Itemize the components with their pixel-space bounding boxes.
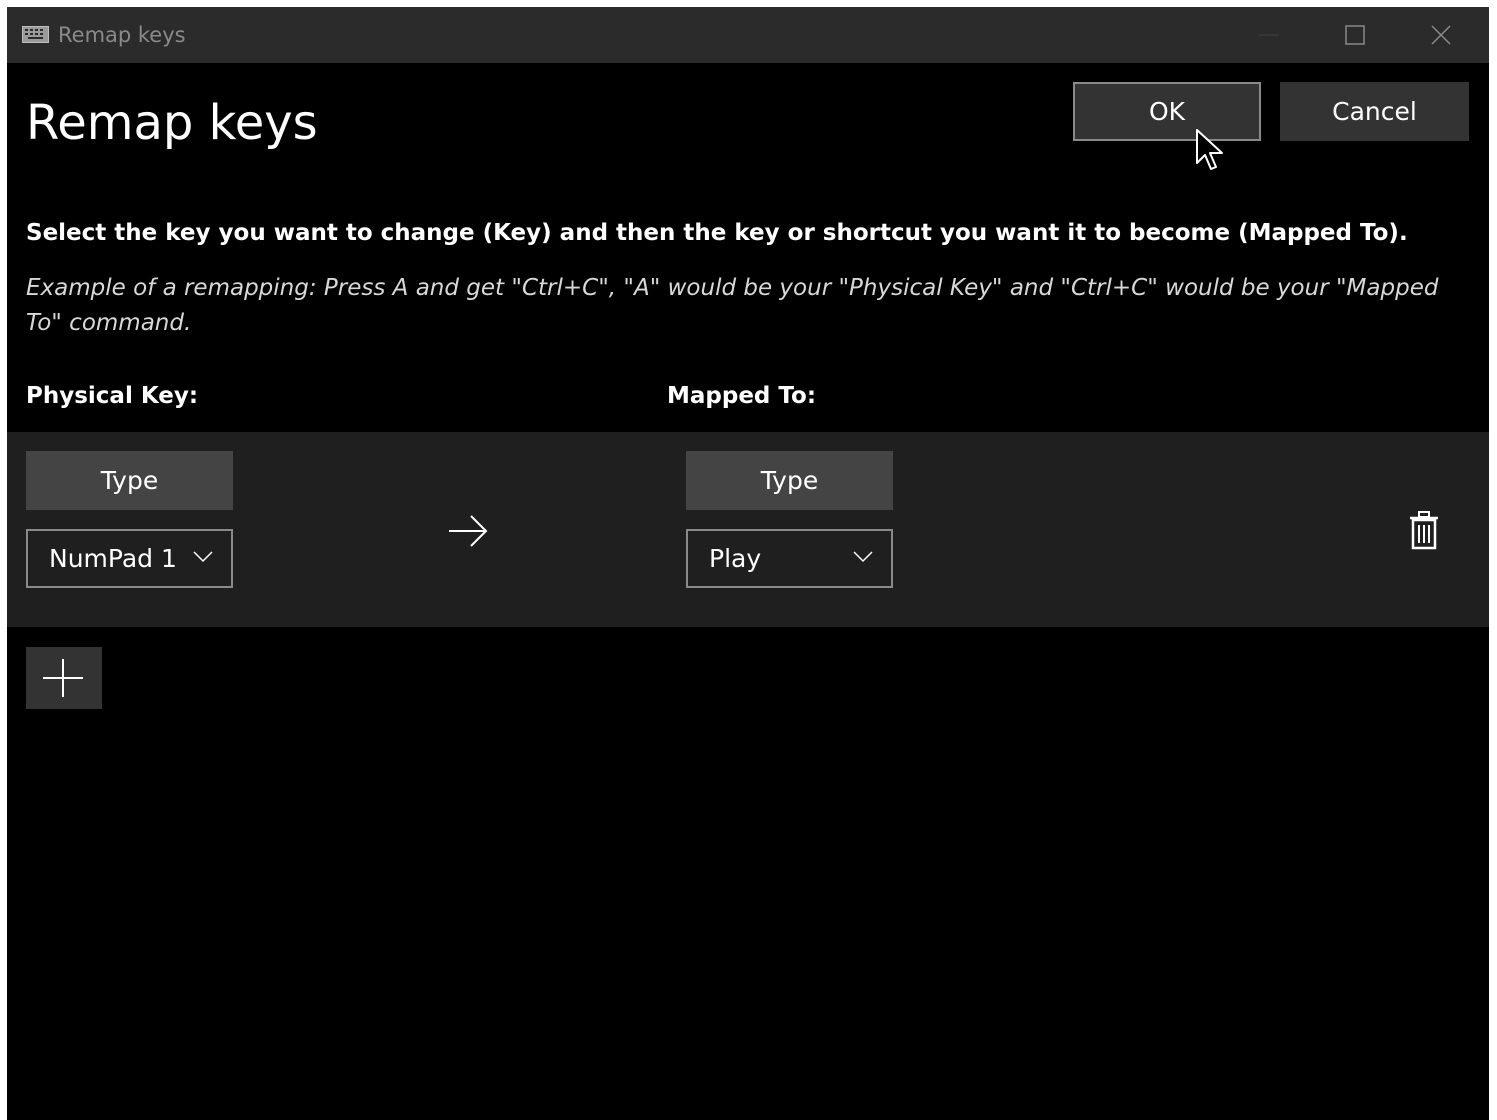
- window-title: Remap keys: [58, 23, 186, 47]
- remap-keys-window: Remap keys Remap keys OK Cancel Select t…: [7, 7, 1489, 1120]
- cancel-button[interactable]: Cancel: [1280, 82, 1469, 141]
- add-mapping-button[interactable]: [26, 647, 102, 709]
- instructions-text: Select the key you want to change (Key) …: [26, 220, 1408, 246]
- plus-icon: [43, 659, 83, 697]
- minimize-icon: [1259, 34, 1279, 36]
- mapped-to-dropdown[interactable]: Play: [686, 529, 893, 588]
- physical-key-value: NumPad 1: [49, 544, 177, 573]
- title-bar[interactable]: Remap keys: [7, 7, 1489, 63]
- maximize-button[interactable]: [1312, 7, 1398, 63]
- physical-key-header: Physical Key:: [26, 383, 199, 409]
- example-text: Example of a remapping: Press A and get …: [26, 275, 1439, 336]
- mapped-type-button[interactable]: Type: [686, 451, 893, 510]
- minimize-button[interactable]: [1226, 7, 1312, 63]
- close-icon: [1431, 25, 1451, 45]
- keyboard-icon: [22, 26, 49, 43]
- ok-button[interactable]: OK: [1073, 82, 1261, 141]
- page-title: Remap keys: [26, 95, 318, 151]
- close-button[interactable]: [1398, 7, 1484, 63]
- physical-type-button[interactable]: Type: [26, 451, 233, 510]
- mouse-cursor-icon: [1196, 129, 1223, 170]
- arrow-right-icon: [449, 515, 488, 547]
- chevron-down-icon: [853, 551, 873, 563]
- mapped-to-value: Play: [709, 544, 762, 573]
- physical-key-dropdown[interactable]: NumPad 1: [26, 529, 233, 588]
- delete-mapping-button[interactable]: [1404, 510, 1444, 554]
- trash-icon: [1410, 511, 1438, 550]
- maximize-icon: [1345, 25, 1365, 45]
- mapping-row: Type NumPad 1 Type Play: [7, 432, 1489, 627]
- mapped-to-header: Mapped To:: [667, 383, 817, 409]
- chevron-down-icon: [193, 551, 213, 563]
